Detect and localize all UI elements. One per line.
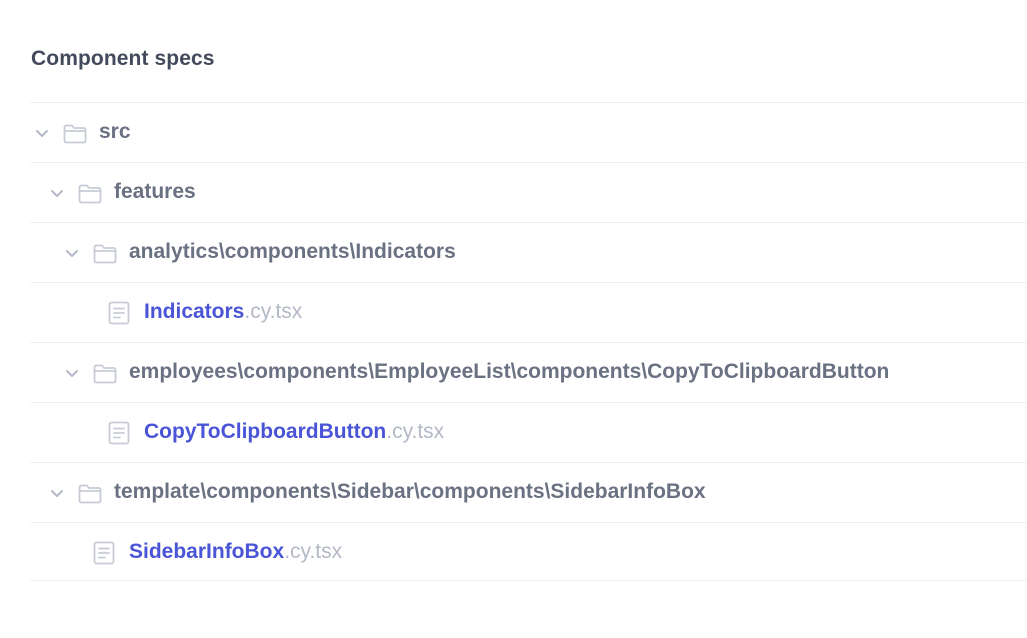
file-icon — [108, 421, 130, 445]
file-extension: .cy.tsx — [284, 540, 343, 563]
spec-tree: src features analytics\components\Indica… — [30, 102, 1027, 581]
folder-icon — [78, 484, 102, 504]
folder-label[interactable]: src — [99, 120, 131, 144]
section-title: Component specs — [31, 47, 215, 70]
tree-file-row[interactable]: CopyToClipboardButton.cy.tsx — [30, 403, 1027, 463]
spec-file-link[interactable]: CopyToClipboardButton.cy.tsx — [144, 420, 444, 444]
tree-folder-row[interactable]: employees\components\EmployeeList\compon… — [30, 343, 1027, 403]
file-icon — [93, 541, 115, 565]
tree-folder-row[interactable]: src — [30, 103, 1027, 163]
chevron-down-icon[interactable] — [64, 365, 80, 381]
folder-icon — [63, 124, 87, 144]
chevron-down-icon[interactable] — [49, 185, 65, 201]
file-icon — [108, 301, 130, 325]
chevron-down-icon[interactable] — [34, 125, 50, 141]
folder-label[interactable]: analytics\components\Indicators — [129, 240, 456, 264]
folder-label[interactable]: template\components\Sidebar\components\S… — [114, 480, 706, 504]
file-extension: .cy.tsx — [386, 420, 445, 443]
spec-file-link[interactable]: Indicators.cy.tsx — [144, 300, 302, 324]
tree-file-row[interactable]: SidebarInfoBox.cy.tsx — [30, 523, 1027, 581]
chevron-down-icon[interactable] — [49, 485, 65, 501]
folder-label[interactable]: features — [114, 180, 196, 204]
tree-file-row[interactable]: Indicators.cy.tsx — [30, 283, 1027, 343]
folder-icon — [78, 184, 102, 204]
chevron-down-icon[interactable] — [64, 245, 80, 261]
folder-icon — [93, 364, 117, 384]
tree-folder-row[interactable]: features — [30, 163, 1027, 223]
file-name: SidebarInfoBox — [129, 540, 285, 563]
component-specs-panel: Component specs src features analytics\c… — [0, 0, 1027, 638]
tree-folder-row[interactable]: template\components\Sidebar\components\S… — [30, 463, 1027, 523]
spec-file-link[interactable]: SidebarInfoBox.cy.tsx — [129, 540, 342, 564]
folder-label[interactable]: employees\components\EmployeeList\compon… — [129, 360, 889, 384]
file-name: CopyToClipboardButton — [144, 420, 387, 443]
file-name: Indicators — [144, 300, 245, 323]
folder-icon — [93, 244, 117, 264]
file-extension: .cy.tsx — [244, 300, 303, 323]
tree-folder-row[interactable]: analytics\components\Indicators — [30, 223, 1027, 283]
